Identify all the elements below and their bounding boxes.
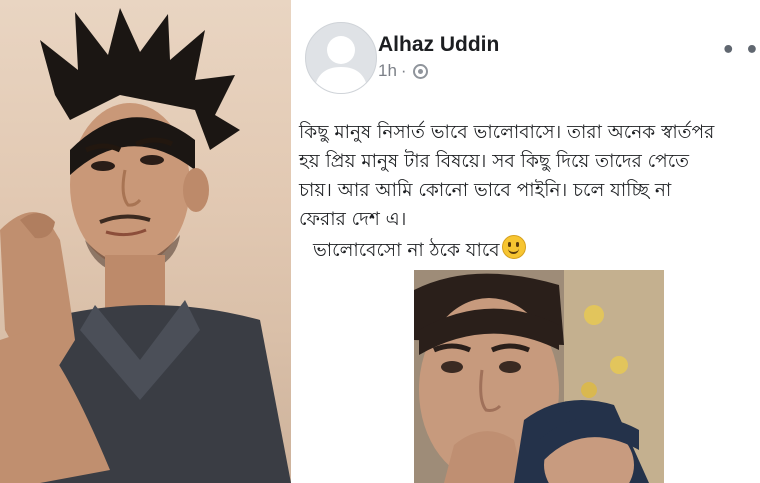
profile-photo [0,0,291,483]
post-text-line: ভালোবেসো না ঠকে যাবে [313,240,500,261]
smiley-emoji-icon [501,235,526,259]
post-photo[interactable] [414,270,664,483]
post-meta: 1h · [378,61,428,81]
author-name[interactable]: Alhaz Uddin [378,33,499,57]
post-text-line: চায়। আর আমি কোনো ভাবে পাইনি। চলে যাচ্ছি… [299,180,672,201]
post-text-line: কিছু মানুষ নিসার্ত ভাবে ভালোবাসে। তারা অ… [299,122,715,143]
post-photo-illustration [414,270,664,483]
default-avatar-icon [314,36,368,93]
author-avatar[interactable] [305,22,377,94]
more-options-button[interactable]: • • [721,38,760,63]
post-text-last-line: ভালোবেসো না ঠকে যাবে [299,235,760,265]
profile-photo-illustration [0,8,291,483]
globe-icon[interactable] [412,63,428,79]
post-text-line: ফেরার দেশ এ। [299,209,407,230]
post-text: কিছু মানুষ নিসার্ত ভাবে ভালোবাসে। তারা অ… [299,118,760,265]
facebook-post: Alhaz Uddin 1h · • • কিছু মানুষ নিসার্ত … [297,0,760,483]
post-text-line: হয় প্রিয় মানুষ টার বিষয়ে। সব কিছু দিয… [299,151,690,172]
meta-separator: · [400,61,407,80]
post-timestamp[interactable]: 1h [378,61,397,81]
